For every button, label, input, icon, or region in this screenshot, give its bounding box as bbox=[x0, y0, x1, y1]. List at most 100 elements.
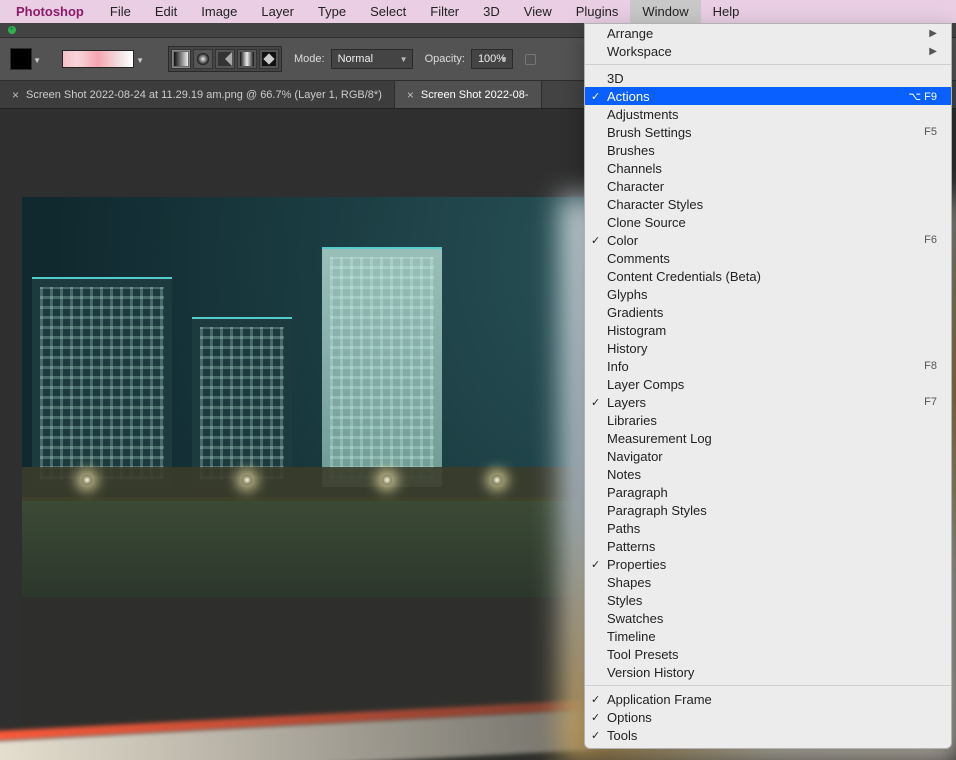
chevron-down-icon[interactable]: ▼ bbox=[33, 56, 41, 65]
mode-select[interactable]: Normal▼ bbox=[331, 49, 413, 69]
gradient-type-group bbox=[168, 46, 282, 72]
close-icon[interactable]: × bbox=[407, 88, 414, 102]
menu-item-layers[interactable]: ✓LayersF7 bbox=[585, 393, 951, 411]
menu-item-label: Content Credentials (Beta) bbox=[607, 269, 761, 284]
mode-label: Mode: bbox=[294, 53, 325, 65]
gradient-radial-icon[interactable] bbox=[193, 49, 213, 69]
menu-item-measurement-log[interactable]: Measurement Log bbox=[585, 429, 951, 447]
gradient-diamond-icon[interactable] bbox=[259, 49, 279, 69]
menu-item-paragraph-styles[interactable]: Paragraph Styles bbox=[585, 501, 951, 519]
menu-item-character-styles[interactable]: Character Styles bbox=[585, 195, 951, 213]
close-icon[interactable]: × bbox=[12, 88, 19, 102]
foreground-swatch[interactable]: ▼ bbox=[10, 48, 32, 70]
menu-item-adjustments[interactable]: Adjustments bbox=[585, 105, 951, 123]
menu-item-timeline[interactable]: Timeline bbox=[585, 627, 951, 645]
menu-item-history[interactable]: History bbox=[585, 339, 951, 357]
menu-item-navigator[interactable]: Navigator bbox=[585, 447, 951, 465]
menu-item-label: Swatches bbox=[607, 611, 663, 626]
shortcut-label: F6 bbox=[924, 234, 937, 246]
menu-item-label: Color bbox=[607, 233, 638, 248]
document-tab[interactable]: × Screen Shot 2022-08-24 at 11.29.19 am.p… bbox=[0, 81, 395, 108]
menu-item-comments[interactable]: Comments bbox=[585, 249, 951, 267]
gradient-linear-icon[interactable] bbox=[171, 49, 191, 69]
menu-item-label: Character bbox=[607, 179, 664, 194]
opacity-select[interactable]: 100%▼ bbox=[471, 49, 513, 69]
menu-item-tools[interactable]: ✓Tools bbox=[585, 726, 951, 744]
menu-item-label: Application Frame bbox=[607, 692, 712, 707]
menu-item-info[interactable]: InfoF8 bbox=[585, 357, 951, 375]
menu-item-actions[interactable]: ✓Actions⌥ F9 bbox=[585, 87, 951, 105]
menu-item-shapes[interactable]: Shapes bbox=[585, 573, 951, 591]
menu-item-label: Options bbox=[607, 710, 652, 725]
menu-item-libraries[interactable]: Libraries bbox=[585, 411, 951, 429]
menu-item-label: Navigator bbox=[607, 449, 663, 464]
menu-item-window[interactable]: Window bbox=[630, 0, 700, 23]
menu-item-type[interactable]: Type bbox=[306, 0, 358, 23]
chevron-down-icon[interactable]: ▼ bbox=[136, 56, 144, 65]
menu-item-tool-presets[interactable]: Tool Presets bbox=[585, 645, 951, 663]
menu-item-edit[interactable]: Edit bbox=[143, 0, 189, 23]
menu-item-image[interactable]: Image bbox=[189, 0, 249, 23]
menu-item-arrange[interactable]: Arrange▶ bbox=[585, 24, 951, 42]
menu-item-channels[interactable]: Channels bbox=[585, 159, 951, 177]
menu-item-3d[interactable]: 3D bbox=[471, 0, 512, 23]
menu-item-label: Tool Presets bbox=[607, 647, 679, 662]
check-icon: ✓ bbox=[591, 558, 600, 571]
menu-item-content-credentials-beta-[interactable]: Content Credentials (Beta) bbox=[585, 267, 951, 285]
menu-item-layer-comps[interactable]: Layer Comps bbox=[585, 375, 951, 393]
menu-item-label: Paths bbox=[607, 521, 640, 536]
menu-item-options[interactable]: ✓ Options bbox=[585, 708, 951, 726]
gradient-reflected-icon[interactable] bbox=[237, 49, 257, 69]
menu-item-layer[interactable]: Layer bbox=[249, 0, 306, 23]
menu-item-version-history[interactable]: Version History bbox=[585, 663, 951, 681]
menu-item-label: Adjustments bbox=[607, 107, 679, 122]
menu-item-label: Glyphs bbox=[607, 287, 647, 302]
menu-item-application-frame[interactable]: ✓Application Frame bbox=[585, 690, 951, 708]
menu-item-glyphs[interactable]: Glyphs bbox=[585, 285, 951, 303]
menu-item-workspace[interactable]: Workspace▶ bbox=[585, 42, 951, 60]
menu-item-label: Styles bbox=[607, 593, 642, 608]
menu-item-filter[interactable]: Filter bbox=[418, 0, 471, 23]
menu-item-label: Clone Source bbox=[607, 215, 686, 230]
menu-item-plugins[interactable]: Plugins bbox=[564, 0, 631, 23]
menu-item-help[interactable]: Help bbox=[701, 0, 752, 23]
reverse-checkbox[interactable] bbox=[525, 54, 536, 65]
menu-item-label: Notes bbox=[607, 467, 641, 482]
gradient-sample[interactable]: ▼ bbox=[62, 50, 134, 68]
menu-item-paths[interactable]: Paths bbox=[585, 519, 951, 537]
menu-item-gradients[interactable]: Gradients bbox=[585, 303, 951, 321]
menu-item-clone-source[interactable]: Clone Source bbox=[585, 213, 951, 231]
menu-item-3d[interactable]: 3D bbox=[585, 69, 951, 87]
tab-title: Screen Shot 2022-08- bbox=[421, 89, 529, 101]
opacity-control: Opacity: 100%▼ bbox=[425, 49, 513, 69]
mode-control: Mode: Normal▼ bbox=[294, 49, 413, 69]
menu-item-styles[interactable]: Styles bbox=[585, 591, 951, 609]
menu-item-character[interactable]: Character bbox=[585, 177, 951, 195]
tab-title: Screen Shot 2022-08-24 at 11.29.19 am.pn… bbox=[26, 89, 382, 101]
menu-item-notes[interactable]: Notes bbox=[585, 465, 951, 483]
check-icon: ✓ bbox=[591, 711, 600, 724]
menu-item-label: Measurement Log bbox=[607, 431, 712, 446]
gradient-angle-icon[interactable] bbox=[215, 49, 235, 69]
menu-item-swatches[interactable]: Swatches bbox=[585, 609, 951, 627]
menu-item-label: History bbox=[607, 341, 647, 356]
menu-separator bbox=[585, 64, 951, 65]
menu-item-properties[interactable]: ✓Properties bbox=[585, 555, 951, 573]
menu-item-brushes[interactable]: Brushes bbox=[585, 141, 951, 159]
menu-item-view[interactable]: View bbox=[512, 0, 564, 23]
menubar: Photoshop FileEditImageLayerTypeSelectFi… bbox=[0, 0, 956, 23]
menu-item-label: Tools bbox=[607, 728, 637, 743]
app-name: Photoshop bbox=[0, 4, 98, 19]
menu-item-color[interactable]: ✓ColorF6 bbox=[585, 231, 951, 249]
document-tab[interactable]: × Screen Shot 2022-08- bbox=[395, 81, 542, 108]
home-dot-icon[interactable] bbox=[8, 26, 16, 34]
menu-item-paragraph[interactable]: Paragraph bbox=[585, 483, 951, 501]
menu-item-label: Libraries bbox=[607, 413, 657, 428]
menu-item-patterns[interactable]: Patterns bbox=[585, 537, 951, 555]
menu-item-label: Actions bbox=[607, 89, 650, 104]
menu-item-brush-settings[interactable]: Brush SettingsF5 bbox=[585, 123, 951, 141]
menu-item-select[interactable]: Select bbox=[358, 0, 418, 23]
menu-item-histogram[interactable]: Histogram bbox=[585, 321, 951, 339]
menu-item-file[interactable]: File bbox=[98, 0, 143, 23]
menu-separator bbox=[585, 685, 951, 686]
